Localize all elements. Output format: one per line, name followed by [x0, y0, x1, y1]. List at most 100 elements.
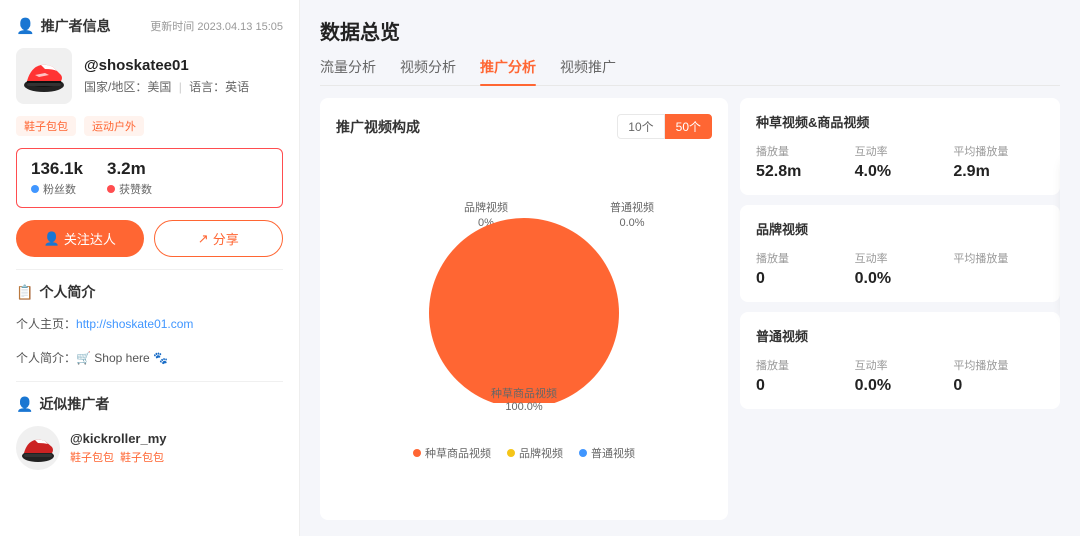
seed-engage-cell: 互动率 4.0% — [855, 143, 946, 181]
avatar-image — [17, 49, 71, 103]
followers-label-text: 粉丝数 — [43, 181, 76, 197]
legend-dot-normal — [579, 449, 587, 457]
bio-home-link[interactable]: http://shoskate01.com — [76, 317, 193, 331]
bio-title-text: 个人简介 — [39, 282, 95, 302]
followers-label: 粉丝数 — [31, 181, 83, 197]
share-icon: ↗ — [198, 231, 209, 247]
card-brand: 品牌视频 播放量 0 互动率 0.0% 平均播放量 — [740, 205, 1060, 302]
similar-icon: 👤 — [16, 396, 33, 413]
legend-label-seed: 种草商品视频 — [425, 445, 491, 461]
right-panel: 数据总览 流量分析 视频分析 推广分析 视频推广 推广视频构成 10个 50个 … — [300, 0, 1080, 536]
tab-promo[interactable]: 推广分析 — [480, 57, 536, 85]
similar-user-info: @kickroller_my 鞋子包包 鞋子包包 — [70, 431, 167, 465]
normal-avg-label: 平均播放量 — [953, 357, 1044, 373]
normal-play-label: 播放量 — [756, 357, 847, 373]
user-outline-icon: 👤 — [16, 17, 35, 35]
chart-title: 推广视频构成 — [336, 117, 420, 137]
chart-section: 推广视频构成 10个 50个 品牌视频0% 普通视频0.0% — [320, 98, 728, 520]
seed-engage-label: 互动率 — [855, 143, 946, 159]
brand-avg-label: 平均播放量 — [953, 250, 1044, 266]
legend-seed: 种草商品视频 — [413, 445, 491, 461]
country-text: 国家/地区：美国 — [84, 80, 171, 94]
card-normal: 普通视频 播放量 0 互动率 0.0% 平均播放量 0 — [740, 312, 1060, 409]
likes-label-text: 获赞数 — [119, 181, 152, 197]
avatar — [16, 48, 72, 104]
similar-title-text: 近似推广者 — [39, 394, 109, 414]
tabs-row: 流量分析 视频分析 推广分析 视频推广 — [320, 57, 1060, 86]
seed-avg-cell: 平均播放量 2.9m — [953, 143, 1044, 181]
bio-section-title: 📋 个人简介 — [16, 282, 283, 302]
paw-icon: 🐾 — [153, 351, 168, 365]
username: @shoskatee01 — [84, 57, 249, 74]
stats-panel: 种草视频&商品视频 播放量 52.8m 互动率 4.0% 平均播放量 2.9m — [740, 98, 1060, 520]
follow-icon: 👤 — [44, 231, 60, 247]
seed-play-cell: 播放量 52.8m — [756, 143, 847, 181]
follow-button[interactable]: 👤 关注达人 — [16, 220, 144, 257]
similar-user-row: @kickroller_my 鞋子包包 鞋子包包 — [16, 426, 283, 470]
brand-engage-cell: 互动率 0.0% — [855, 250, 946, 288]
share-button[interactable]: ↗ 分享 — [154, 220, 284, 257]
normal-play-value: 0 — [756, 377, 847, 395]
bio-shop-line: 个人简介：🛒 Shop here 🐾 — [16, 348, 283, 370]
card-seed-commerce: 种草视频&商品视频 播放量 52.8m 互动率 4.0% 平均播放量 2.9m — [740, 98, 1060, 195]
profile-meta: 国家/地区：美国 | 语言：英语 — [84, 78, 249, 95]
likes-label: 获赞数 — [107, 181, 152, 197]
legend-dot-seed — [413, 449, 421, 457]
card-brand-title: 品牌视频 — [756, 219, 1044, 238]
update-time: 更新时间 2023.04.13 15:05 — [150, 18, 283, 34]
tab-video-promo[interactable]: 视频推广 — [560, 57, 616, 85]
tags-row: 鞋子包包 运动户外 — [16, 116, 283, 136]
similar-tags: 鞋子包包 鞋子包包 — [70, 449, 167, 465]
tab-video[interactable]: 视频分析 — [400, 57, 456, 85]
card-brand-grid: 播放量 0 互动率 0.0% 平均播放量 — [756, 250, 1044, 288]
pie-chart-svg — [374, 203, 674, 403]
bio-home-line: 个人主页：http://shoskate01.com — [16, 314, 283, 336]
similar-section-title: 👤 近似推广者 — [16, 394, 283, 414]
pie-area: 品牌视频0% 普通视频0.0% 种草商品视频100.0% — [374, 193, 674, 413]
likes-value: 3.2m — [107, 159, 152, 179]
followers-dot — [31, 185, 39, 193]
normal-engage-label: 互动率 — [855, 357, 946, 373]
divider2 — [16, 381, 283, 382]
language-text: 语言：英语 — [189, 80, 249, 94]
legend-dot-brand — [507, 449, 515, 457]
left-panel: 👤 推广者信息 更新时间 2023.04.13 15:05 @shoskatee… — [0, 0, 300, 536]
likes-stat: 3.2m 获赞数 — [107, 159, 152, 197]
card-normal-grid: 播放量 0 互动率 0.0% 平均播放量 0 — [756, 357, 1044, 395]
content-area: 推广视频构成 10个 50个 品牌视频0% 普通视频0.0% — [320, 98, 1060, 520]
card-seed-title: 种草视频&商品视频 — [756, 112, 1044, 131]
brand-play-value: 0 — [756, 270, 847, 288]
brand-engage-label: 互动率 — [855, 250, 946, 266]
stats-box: 136.1k 粉丝数 3.2m 获赞数 — [16, 148, 283, 208]
divider — [16, 269, 283, 270]
similar-username: @kickroller_my — [70, 431, 167, 446]
panel-title-text: 推广者信息 — [41, 16, 111, 36]
normal-engage-cell: 互动率 0.0% — [855, 357, 946, 395]
normal-play-cell: 播放量 0 — [756, 357, 847, 395]
profile-info: @shoskatee01 国家/地区：美国 | 语言：英语 — [84, 57, 249, 95]
brand-play-cell: 播放量 0 — [756, 250, 847, 288]
seed-avg-value: 2.9m — [953, 163, 1044, 181]
pie-legend: 种草商品视频 品牌视频 普通视频 — [413, 445, 635, 461]
similar-tag-2[interactable]: 鞋子包包 — [120, 449, 164, 465]
similar-tag-1[interactable]: 鞋子包包 — [70, 449, 114, 465]
followers-stat: 136.1k 粉丝数 — [31, 159, 83, 197]
chart-btn-50[interactable]: 50个 — [665, 114, 712, 139]
follow-label: 关注达人 — [64, 229, 116, 248]
action-row: 👤 关注达人 ↗ 分享 — [16, 220, 283, 257]
tag-shoes[interactable]: 鞋子包包 — [16, 116, 76, 136]
normal-avg-cell: 平均播放量 0 — [953, 357, 1044, 395]
panel-header: 👤 推广者信息 更新时间 2023.04.13 15:05 — [16, 16, 283, 36]
tag-sports[interactable]: 运动户外 — [84, 116, 144, 136]
card-seed-grid: 播放量 52.8m 互动率 4.0% 平均播放量 2.9m — [756, 143, 1044, 181]
bio-icon: 📋 — [16, 284, 33, 301]
legend-label-normal: 普通视频 — [591, 445, 635, 461]
legend-label-brand: 品牌视频 — [519, 445, 563, 461]
pie-wrapper: 品牌视频0% 普通视频0.0% 种草商品视频100.0% 种草 — [336, 149, 712, 504]
tab-traffic[interactable]: 流量分析 — [320, 57, 376, 85]
brand-play-label: 播放量 — [756, 250, 847, 266]
seed-play-value: 52.8m — [756, 163, 847, 181]
seed-avg-label: 平均播放量 — [953, 143, 1044, 159]
chart-btn-10[interactable]: 10个 — [617, 114, 664, 139]
brand-avg-cell: 平均播放量 — [953, 250, 1044, 288]
